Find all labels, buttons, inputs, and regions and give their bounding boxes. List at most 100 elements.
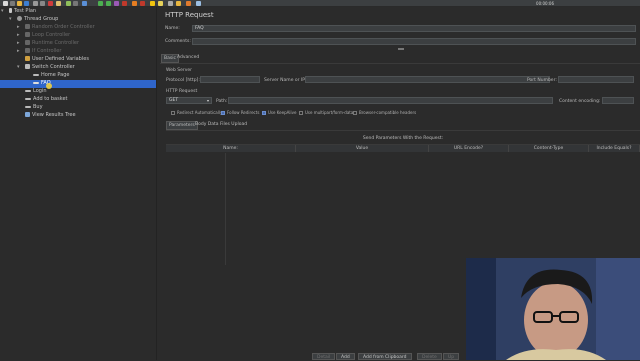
column-header-value[interactable]: Value [296,145,429,152]
sampler-pencil-icon [33,73,39,76]
column-header-name[interactable]: Name: [166,145,296,152]
chevron-down-icon: ▾ [206,98,209,103]
save-icon[interactable] [24,1,29,6]
help-icon[interactable] [196,1,201,6]
resize-grip[interactable] [398,48,404,50]
copy-icon[interactable] [40,1,45,6]
server-name-field[interactable] [305,76,550,83]
tab-body-data[interactable]: Body Data [193,121,221,128]
test-plan-tree: ▾ Test Plan ▾ Thread Group ▸ Random Order C… [0,7,157,360]
method-select[interactable]: GET ▾ [166,97,212,104]
subtab-separator [166,130,640,131]
tree-node-switch-controller[interactable]: ▾ Switch Controller [17,64,75,71]
webcam-overlay [466,258,640,360]
parameters-table-title: Send Parameters With the Request: [362,136,444,141]
controller-icon [25,24,30,29]
page-title: HTTP Request [165,11,214,19]
server-name-label: Server Name or IP: [264,78,307,83]
tree-node-loop-controller[interactable]: ▸ Loop Controller [17,32,70,39]
tree-node-if-controller[interactable]: ▸ If Controller [17,48,61,55]
controller-icon [25,64,30,69]
comments-label: Comments: [165,39,191,44]
open-icon[interactable] [17,1,22,6]
chevron-right-icon[interactable]: ▸ [17,24,20,31]
path-field[interactable] [228,97,553,104]
new-icon[interactable] [3,1,8,6]
port-number-field[interactable] [558,76,634,83]
detail-button[interactable]: Detail [312,353,336,360]
shutdown-icon[interactable] [122,1,127,6]
protocol-label: Protocol [http]: [166,78,200,83]
column-header-content-type[interactable]: Content-Type [509,145,589,152]
tree-node-buy[interactable]: Buy [25,104,43,111]
chevron-right-icon[interactable]: ▸ [17,40,20,47]
presenter-video [466,258,640,360]
clear-icon[interactable] [150,1,155,6]
cut-icon[interactable] [33,1,38,6]
port-number-label: Port Number: [527,78,557,83]
remote-stop-icon[interactable] [140,1,145,6]
templates-icon[interactable] [10,1,15,6]
comments-field[interactable] [192,38,636,45]
tab-advanced[interactable]: Advanced [175,54,201,61]
delete-button[interactable]: Delete [417,353,442,360]
sampler-pencil-icon [33,81,39,84]
sampler-pencil-icon [25,97,31,100]
stop-icon[interactable] [114,1,119,6]
table-body[interactable] [166,153,226,265]
start-no-pause-icon[interactable] [106,1,111,6]
reset-search-icon[interactable] [176,1,181,6]
sampler-pencil-icon [25,89,31,92]
tree-node-random-order-controller[interactable]: ▸ Random Order Controller [17,24,95,31]
thread-group-icon [17,16,22,21]
chevron-right-icon[interactable]: ▸ [17,48,20,55]
chevron-down-icon[interactable]: ▾ [17,64,20,71]
collapse-icon[interactable] [73,1,78,6]
browser-compatible-headers-checkbox[interactable]: Browser-compatible headers [353,110,416,115]
tree-node-thread-group[interactable]: ▾ Thread Group [9,16,58,23]
add-button[interactable]: Add [336,353,355,360]
search-icon[interactable] [168,1,173,6]
controller-icon [25,48,30,53]
clear-all-icon[interactable] [158,1,163,6]
toggle-icon[interactable] [82,1,87,6]
tree-selection-highlight [0,80,156,88]
expand-icon[interactable] [66,1,71,6]
web-server-heading: Web Server [166,68,192,73]
chevron-right-icon[interactable]: ▸ [17,32,20,39]
controller-icon [25,40,30,45]
remote-start-icon[interactable] [132,1,137,6]
tree-node-view-results-tree[interactable]: View Results Tree [25,112,76,119]
column-header-url-encode[interactable]: URL Encode? [429,145,509,152]
use-multipart-checkbox[interactable]: Use multipart/form-data [299,110,353,115]
tree-node-add-to-basket[interactable]: Add to basket [25,96,67,103]
tree-node-runtime-controller[interactable]: ▸ Runtime Controller [17,40,79,47]
column-header-include-equals[interactable]: Include Equals? [589,145,640,152]
method-value: GET [169,98,179,103]
add-from-clipboard-button[interactable]: Add from Clipboard [358,353,412,360]
name-field[interactable]: FAQ [192,25,636,32]
function-helper-icon[interactable] [186,1,191,6]
start-icon[interactable] [98,1,103,6]
redirect-automatically-checkbox[interactable]: Redirect Automatically [171,110,222,115]
tree-node-test-plan[interactable]: ▾ Test Plan [1,8,36,15]
mouse-cursor [46,83,52,89]
protocol-field[interactable] [200,76,260,83]
path-label: Path: [216,99,228,104]
follow-redirects-checkbox[interactable]: Follow Redirects [221,110,259,115]
up-button[interactable]: Up [443,353,460,360]
tree-node-login[interactable]: Login [25,88,47,95]
use-keepalive-checkbox[interactable]: Use KeepAlive [262,110,296,115]
tree-node-home-page[interactable]: Home Page [33,72,69,79]
config-icon [25,56,30,61]
http-request-heading: HTTP Request [166,89,198,94]
checkbox-checked [221,111,225,115]
delete-icon[interactable] [48,1,53,6]
content-encoding-field[interactable] [602,97,634,104]
paste-icon[interactable] [56,1,61,6]
chevron-down-icon[interactable]: ▾ [1,8,4,15]
chevron-down-icon[interactable]: ▾ [9,16,12,23]
tree-node-user-defined-variables[interactable]: User Defined Variables [25,56,89,63]
tab-files-upload[interactable]: Files Upload [218,121,249,128]
test-plan-icon [9,8,12,13]
